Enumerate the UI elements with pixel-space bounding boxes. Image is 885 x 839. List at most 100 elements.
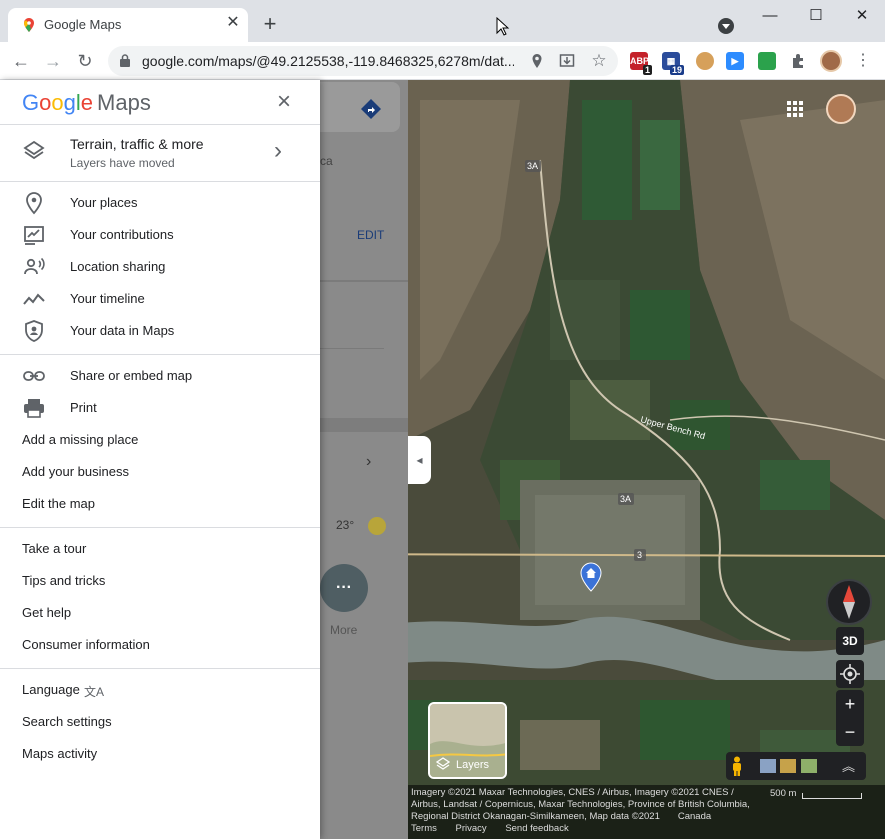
scale-label[interactable]: 500 m <box>770 788 796 800</box>
menu-item-print[interactable]: Print <box>0 392 320 424</box>
edit-link: EDIT <box>357 228 385 242</box>
print-icon <box>24 399 44 418</box>
menu-item-label: Language <box>22 682 80 697</box>
expand-icon[interactable]: ︽ <box>842 756 855 775</box>
green-extension-icon[interactable] <box>758 52 776 70</box>
divider <box>320 418 408 432</box>
home-pin-icon[interactable] <box>580 562 602 592</box>
account-avatar[interactable] <box>826 94 856 124</box>
menu-item-your-data-in-maps[interactable]: Your data in Maps <box>0 315 320 347</box>
divider <box>0 354 320 355</box>
menu-item-edit-the-map[interactable]: Edit the map <box>0 488 320 520</box>
menu-item-your-contributions[interactable]: Your contributions <box>0 219 320 251</box>
menu-item-label: Maps activity <box>22 746 98 761</box>
menu-item-maps-activity[interactable]: Maps activity <box>0 738 320 770</box>
chevron-right-icon: › <box>274 137 282 164</box>
directions-icon <box>361 99 381 119</box>
reload-icon[interactable]: ↻ <box>72 48 98 74</box>
link-icon <box>23 371 45 381</box>
menu-item-location-sharing[interactable]: Location sharing <box>0 251 320 283</box>
3d-button[interactable]: 3D <box>836 627 864 655</box>
layers-subtitle: Layers have moved <box>70 156 175 170</box>
profile-avatar[interactable] <box>820 50 842 72</box>
thumbnail-icon[interactable] <box>780 759 796 773</box>
puzzle-extensions-icon[interactable] <box>790 52 808 70</box>
menu-item-consumer-information[interactable]: Consumer information <box>0 629 320 661</box>
location-icon[interactable] <box>528 52 546 70</box>
google-maps-logo: Google Maps <box>22 90 151 116</box>
menu-item-search-settings[interactable]: Search settings <box>0 706 320 738</box>
layers-icon <box>23 140 45 160</box>
maximize-button[interactable]: ☐ <box>806 6 826 26</box>
zoom-in-button[interactable]: + <box>836 690 864 718</box>
chevron-right-icon: › <box>366 453 372 470</box>
tab-close-button[interactable]: ✕ <box>224 14 242 32</box>
maps-logo-text: Maps <box>97 90 151 115</box>
menu-item-label: Consumer information <box>22 637 150 652</box>
menu-item-take-a-tour[interactable]: Take a tour <box>0 533 320 565</box>
menu-item-label: Your data in Maps <box>70 323 175 338</box>
menu-item-share-or-embed-map[interactable]: Share or embed map <box>0 360 320 392</box>
menu-item-tips-and-tricks[interactable]: Tips and tricks <box>0 565 320 597</box>
terms-link[interactable]: Terms <box>411 823 437 834</box>
pin-icon <box>26 192 42 215</box>
menu-item-label: Add your business <box>22 464 129 479</box>
layers-moved-item[interactable]: Terrain, traffic & more Layers have move… <box>0 125 320 181</box>
back-arrow-icon[interactable]: ← <box>8 48 34 74</box>
menu-item-your-timeline[interactable]: Your timeline <box>0 283 320 315</box>
url-text: google.com/maps/@49.2125538,-119.8468325… <box>142 53 514 69</box>
menu-item-get-help[interactable]: Get help <box>0 597 320 629</box>
my-location-button[interactable] <box>836 660 864 688</box>
send-feedback-link[interactable]: Send feedback <box>505 823 568 834</box>
mouse-cursor-icon <box>496 17 510 36</box>
side-menu: Google Maps × Terrain, traffic & more Lay… <box>0 80 320 839</box>
menu-item-your-places[interactable]: Your places <box>0 187 320 219</box>
menu-item-label: Your timeline <box>70 291 145 306</box>
window-close-button[interactable]: ✕ <box>852 6 872 26</box>
menu-item-label: Tips and tricks <box>22 573 106 588</box>
close-menu-button[interactable]: × <box>272 90 296 114</box>
scale-bar <box>802 793 862 799</box>
weather-temp: 23° <box>336 518 355 532</box>
tab-search-button[interactable] <box>718 18 734 34</box>
menu-item-label: Print <box>70 400 97 415</box>
zoom-controls: + − <box>836 690 864 746</box>
layers-label: Layers <box>456 759 490 771</box>
apps-grid-icon[interactable] <box>786 100 804 118</box>
thumbnail-icon[interactable] <box>760 759 776 773</box>
forward-arrow-icon[interactable]: → <box>40 48 66 74</box>
menu-item-add-your-business[interactable]: Add your business <box>0 456 320 488</box>
cookie-extension-icon[interactable] <box>696 52 714 70</box>
partial-text: ca <box>320 154 333 168</box>
location-sharing-icon <box>24 257 45 275</box>
browser-tab[interactable]: Google Maps ✕ <box>8 8 248 42</box>
zoom-extension-icon[interactable]: ▶ <box>726 52 744 70</box>
adblock-extension-icon[interactable]: ABP 1 <box>630 52 652 75</box>
bookmark-star-icon[interactable]: ☆ <box>590 52 608 70</box>
address-bar[interactable]: google.com/maps/@49.2125538,-119.8468325… <box>108 46 618 76</box>
extension-badge-icon[interactable]: ▦ 19 <box>662 52 684 75</box>
install-icon[interactable] <box>558 52 576 70</box>
new-tab-button[interactable]: + <box>260 13 280 35</box>
road-label: 3A <box>620 494 631 504</box>
compass-button[interactable] <box>826 579 872 625</box>
privacy-link[interactable]: Privacy <box>456 823 487 834</box>
minimize-button[interactable]: — <box>760 6 780 26</box>
attribution-bar: Imagery ©2021 Maxar Technologies, CNES /… <box>408 785 885 839</box>
divider <box>0 181 320 182</box>
layers-button[interactable]: Layers <box>428 702 507 779</box>
zoom-out-button[interactable]: − <box>836 718 864 746</box>
menu-item-add-a-missing-place[interactable]: Add a missing place <box>0 424 320 456</box>
menu-item-label: Take a tour <box>22 541 87 556</box>
menu-item-language[interactable]: Language 文A <box>0 674 320 706</box>
pegman-icon[interactable] <box>730 756 744 776</box>
thumbnail-icon[interactable] <box>801 759 817 773</box>
compass-needle-icon <box>843 585 855 619</box>
menu-item-label: Share or embed map <box>70 368 193 383</box>
imagery-bar: ︽ <box>726 752 866 780</box>
divider <box>320 280 408 282</box>
menu-item-label: Add a missing place <box>22 432 139 447</box>
kebab-menu-icon[interactable]: ⋮ <box>850 48 876 74</box>
country-label: Canada <box>677 811 712 822</box>
collapse-panel-button[interactable]: ◂ <box>408 436 431 484</box>
